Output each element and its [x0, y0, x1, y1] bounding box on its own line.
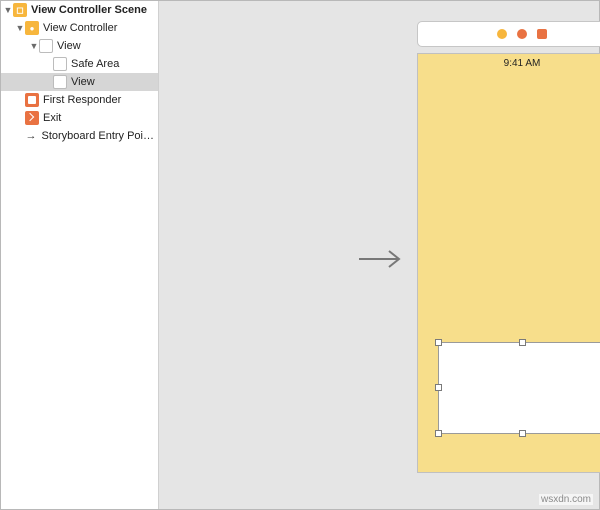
outline-label: Storyboard Entry Poi… — [42, 130, 155, 142]
view-icon — [53, 75, 67, 89]
scene-dock[interactable] — [417, 21, 600, 47]
root-view[interactable]: 9:41 AM — [417, 53, 600, 473]
outline-label: Exit — [43, 112, 61, 124]
interface-builder: ▼ ◻ View Controller Scene ▼ ● View Contr… — [0, 0, 600, 510]
outline-item-first-responder[interactable]: First Responder — [1, 91, 158, 109]
outline-scene-header[interactable]: ▼ ◻ View Controller Scene — [1, 1, 158, 19]
outline-item-safe-area[interactable]: Safe Area — [1, 55, 158, 73]
scene-icon: ◻ — [13, 3, 27, 17]
dock-first-responder-icon[interactable] — [517, 29, 527, 39]
resize-handle-icon[interactable] — [435, 430, 442, 437]
disclosure-triangle-icon[interactable]: ▼ — [15, 23, 25, 33]
outline-item-view[interactable]: ▼ View — [1, 37, 158, 55]
safe-area-icon — [53, 57, 67, 71]
outline-item-entry-point[interactable]: → Storyboard Entry Poi… — [1, 127, 158, 145]
outline-item-subview[interactable]: View — [1, 73, 158, 91]
dock-exit-icon[interactable] — [537, 29, 547, 39]
entry-point-arrow-icon[interactable] — [359, 249, 409, 269]
selected-subview[interactable] — [438, 342, 600, 434]
status-time: 9:41 AM — [504, 58, 541, 69]
outline-label: First Responder — [43, 94, 121, 106]
outline-label: View Controller — [43, 22, 117, 34]
dock-view-controller-icon[interactable] — [497, 29, 507, 39]
outline-label: Safe Area — [71, 58, 119, 70]
arrow-right-icon: → — [24, 129, 37, 143]
disclosure-triangle-icon[interactable]: ▼ — [29, 41, 39, 51]
first-responder-icon — [25, 93, 39, 107]
view-controller-icon: ● — [25, 21, 39, 35]
resize-handle-icon[interactable] — [519, 430, 526, 437]
exit-icon — [25, 111, 39, 125]
status-bar: 9:41 AM — [418, 54, 600, 72]
outline-label: View — [71, 76, 95, 88]
disclosure-triangle-icon[interactable]: ▼ — [3, 5, 13, 15]
outline-item-view-controller[interactable]: ▼ ● View Controller — [1, 19, 158, 37]
resize-handle-icon[interactable] — [435, 339, 442, 346]
outline-label: View Controller Scene — [31, 4, 147, 16]
view-icon — [39, 39, 53, 53]
scene-container[interactable]: 9:41 AM — [417, 21, 600, 473]
document-outline[interactable]: ▼ ◻ View Controller Scene ▼ ● View Contr… — [1, 1, 159, 509]
watermark: wsxdn.com — [539, 494, 593, 505]
resize-handle-icon[interactable] — [435, 384, 442, 391]
resize-handle-icon[interactable] — [519, 339, 526, 346]
outline-label: View — [57, 40, 81, 52]
storyboard-canvas[interactable]: 9:41 AM wsxdn.com — [159, 1, 599, 509]
outline-item-exit[interactable]: Exit — [1, 109, 158, 127]
